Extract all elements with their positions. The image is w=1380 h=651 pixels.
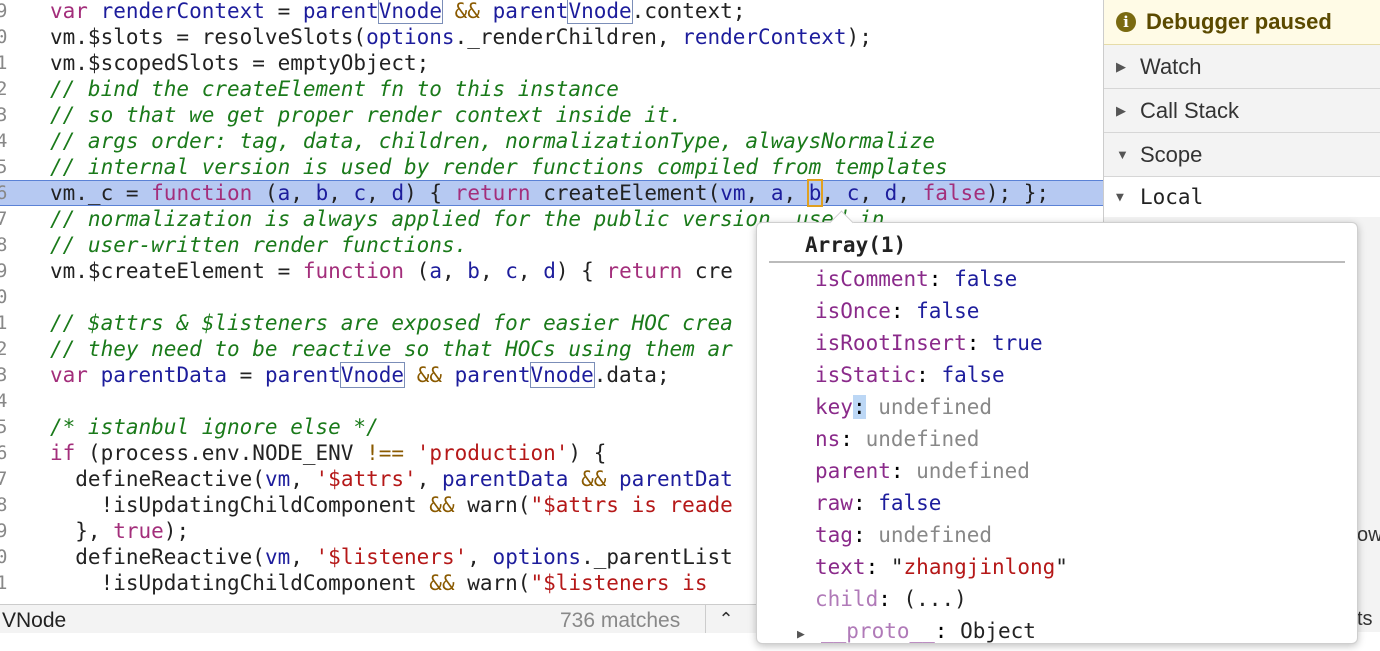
property-row[interactable]: child: (...) <box>815 583 967 615</box>
clipped-text: ts <box>1357 608 1373 630</box>
watch-section[interactable]: ▶ Watch <box>1104 45 1380 89</box>
property-row[interactable]: tag: undefined <box>815 519 992 551</box>
code-line: 9 var renderContext = parentVnode && pare… <box>0 0 746 24</box>
property-row[interactable]: isRootInsert: true <box>815 327 1043 359</box>
code-line-current: 6 vm._c = function (a, b, c, d) { return … <box>0 179 1103 207</box>
code-line: 3// so that we get proper render context… <box>0 103 683 127</box>
scope-section[interactable]: ▼ Scope <box>1104 133 1380 177</box>
popover-title: Array(1) <box>805 233 907 257</box>
property-row[interactable]: isStatic: false <box>815 359 1005 391</box>
triangle-down-icon: ▼ <box>1116 147 1129 162</box>
property-row[interactable]: key: undefined <box>815 391 992 423</box>
debugger-paused-banner: i Debugger paused <box>1104 0 1380 45</box>
clipped-text: ow <box>1357 524 1380 546</box>
info-icon: i <box>1116 12 1136 32</box>
triangle-right-icon: ▶ <box>1116 58 1126 74</box>
code-line: 4// args order: tag, data, children, nor… <box>0 129 936 153</box>
chevron-up-icon: ⌃ <box>718 608 734 629</box>
code-line: 5// internal version is used by render f… <box>0 155 948 179</box>
code-line: 1 vm.$scopedSlots = emptyObject; <box>0 51 430 75</box>
property-row[interactable]: isOnce: false <box>815 295 979 327</box>
triangle-down-icon: ▼ <box>1116 189 1124 205</box>
search-input[interactable]: VNode <box>2 609 66 633</box>
previous-match-button[interactable]: ⌃ <box>705 605 746 633</box>
search-match-count: 736 matches <box>560 609 681 632</box>
property-row[interactable]: isComment: false <box>815 263 1017 295</box>
property-row[interactable]: parent: undefined <box>815 455 1030 487</box>
property-row[interactable]: text: "zhangjinlong" <box>815 551 1068 583</box>
property-row[interactable]: raw: false <box>815 487 941 519</box>
code-line: 0 vm.$slots = resolveSlots(options._rende… <box>0 25 872 49</box>
local-scope[interactable]: ▼ Local <box>1104 177 1380 217</box>
object-preview-popover[interactable]: Array(1) isComment: false isOnce: false … <box>756 210 1358 647</box>
code-line: 2// bind the createElement fn to this in… <box>0 77 619 101</box>
property-row-proto[interactable]: ▶ __proto__: Object <box>797 615 1036 647</box>
triangle-right-icon: ▶ <box>1116 102 1126 118</box>
call-stack-section[interactable]: ▶ Call Stack <box>1104 89 1380 133</box>
property-row[interactable]: ns: undefined <box>815 423 979 455</box>
triangle-right-icon: ▶ <box>797 627 805 642</box>
